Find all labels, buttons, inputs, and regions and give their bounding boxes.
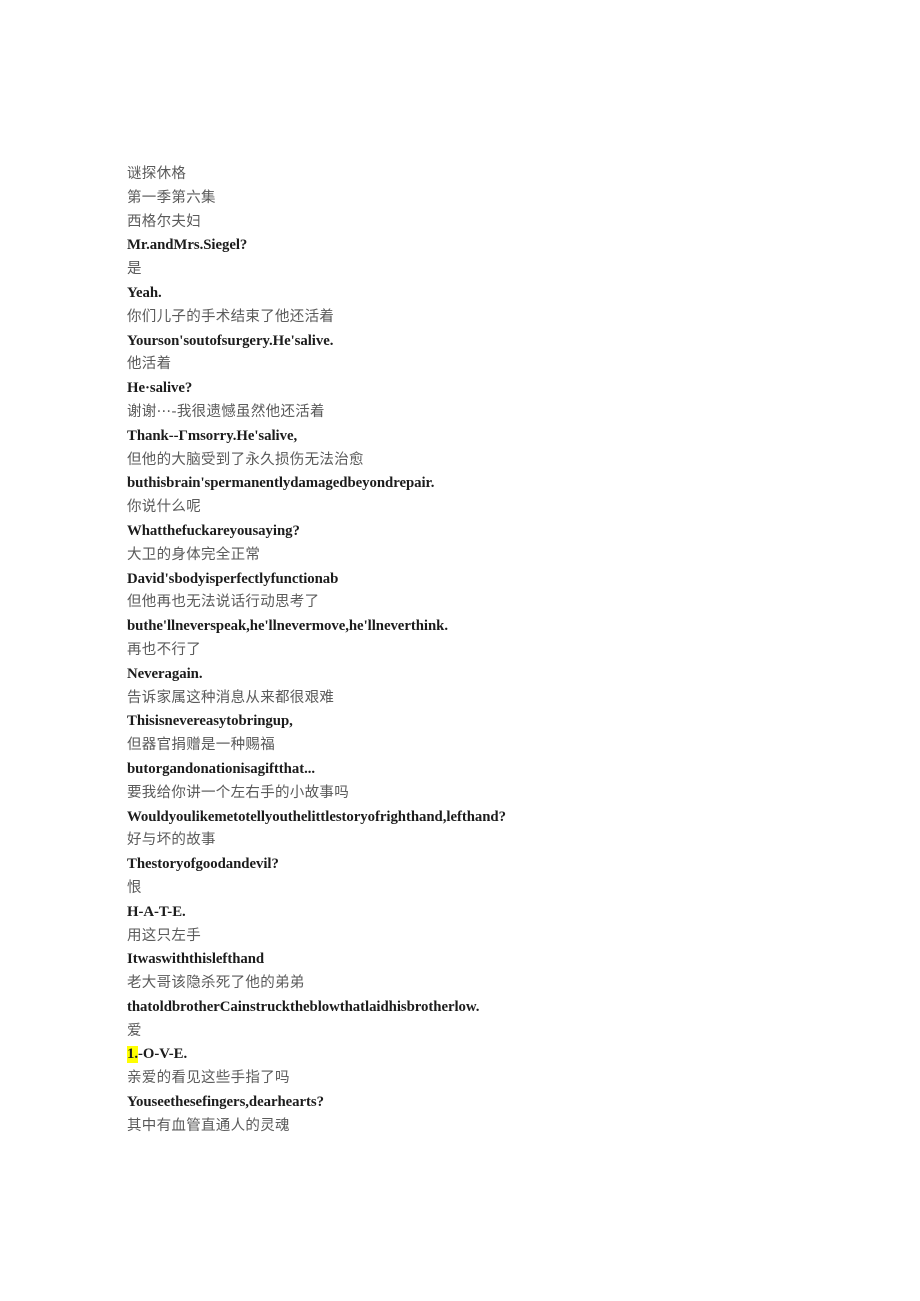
transcript-line-zh: 好与坏的故事 (127, 832, 216, 849)
transcript-line-zh: 再也不行了 (127, 641, 201, 658)
transcript-line-en: Thank--Γmsorry.He'salive, (127, 427, 298, 444)
transcript-line-zh: 要我给你讲一个左右手的小故事吗 (127, 784, 349, 801)
transcript-line-en: thatoldbrotherCainstrucktheblowthatlaidh… (127, 998, 480, 1015)
transcript-line-zh: 老大哥该隐杀死了他的弟弟 (127, 975, 305, 992)
transcript-line-zh: 但器官捐赠是一种赐福 (127, 737, 275, 754)
transcript-line-zh: 但他的大脑受到了永久损伤无法治愈 (127, 451, 364, 468)
transcript-line-zh: 西格尔夫妇 (127, 213, 201, 230)
transcript-line-en: buthisbrain'spermanentlydamagedbeyondrep… (127, 475, 435, 492)
subtitle-transcript-body: 谜探休格第一季第六集 西格尔夫妇 Mr.andMrs.Siegel? 是 Yeah. 你们… (127, 163, 827, 1139)
document-page: 谜探休格第一季第六集 西格尔夫妇 Mr.andMrs.Siegel? 是 Yeah. 你们… (0, 0, 920, 1301)
transcript-line-zh: 是 (127, 261, 142, 278)
transcript-line-en: 1.-O-V-E. (127, 1043, 827, 1067)
transcript-line-text: -O-V-E. (138, 1046, 188, 1063)
transcript-line-en: Thestoryofgoodandevil? (127, 856, 279, 873)
transcript-line-en: H-A-T-E. (127, 903, 186, 920)
transcript-line-en: Neveragain. (127, 665, 203, 682)
transcript-line-en: Wouldyoulikemetotellyouthelittlestoryofr… (127, 808, 506, 825)
transcript-line-zh: 你们儿子的手术结束了他还活着 (127, 308, 335, 325)
highlighted-text: 1. (127, 1046, 138, 1064)
transcript-line-zh: 其中有血管直通人的灵魂 (127, 1117, 290, 1134)
transcript-line-zh: 爱 (127, 1022, 142, 1039)
transcript-line-en: Yourson'soutofsurgery.He'salive. (127, 332, 334, 349)
transcript-line-en: Youseethesefingers,dearhearts? (127, 1094, 324, 1111)
transcript-line-zh: 他活着 (127, 356, 172, 373)
transcript-line-zh: 你说什么呢 (127, 499, 201, 516)
transcript-line-en: He·salive? (127, 380, 193, 397)
transcript-line-zh: 大卫的身体完全正常 (127, 546, 261, 563)
transcript-line-en: Mr.andMrs.Siegel? (127, 237, 248, 254)
transcript-line-zh: 恨 (127, 879, 142, 896)
transcript-line-zh: 亲爱的看见这些手指了吗 (127, 1070, 290, 1087)
transcript-line-zh: 第一季第六集 (127, 189, 216, 206)
transcript-line-en: buthe'llneverspeak,he'llnevermove,he'lln… (127, 618, 448, 635)
transcript-line-zh: 用这只左手 (127, 927, 201, 944)
transcript-line-en: butorgandonationisagiftthat... (127, 760, 316, 777)
transcript-line-zh: 但他再也无法说话行动思考了 (127, 594, 320, 611)
transcript-line-en: Itwaswiththislefthand (127, 951, 265, 968)
transcript-line-en: Whatthefuckareyousaying? (127, 522, 300, 539)
transcript-line-en: Yeah. (127, 284, 162, 301)
transcript-line-zh: 谢谢···-我很遗憾虽然他还活着 (127, 403, 325, 420)
transcript-line-zh: 告诉家属这种消息从来都很艰难 (127, 689, 335, 706)
transcript-line-en: David'sbodyisperfectlyfunctionab (127, 570, 339, 587)
transcript-line-zh: 谜探休格 (127, 166, 187, 182)
transcript-line-en: Thisisnevereasytobringup, (127, 713, 293, 730)
